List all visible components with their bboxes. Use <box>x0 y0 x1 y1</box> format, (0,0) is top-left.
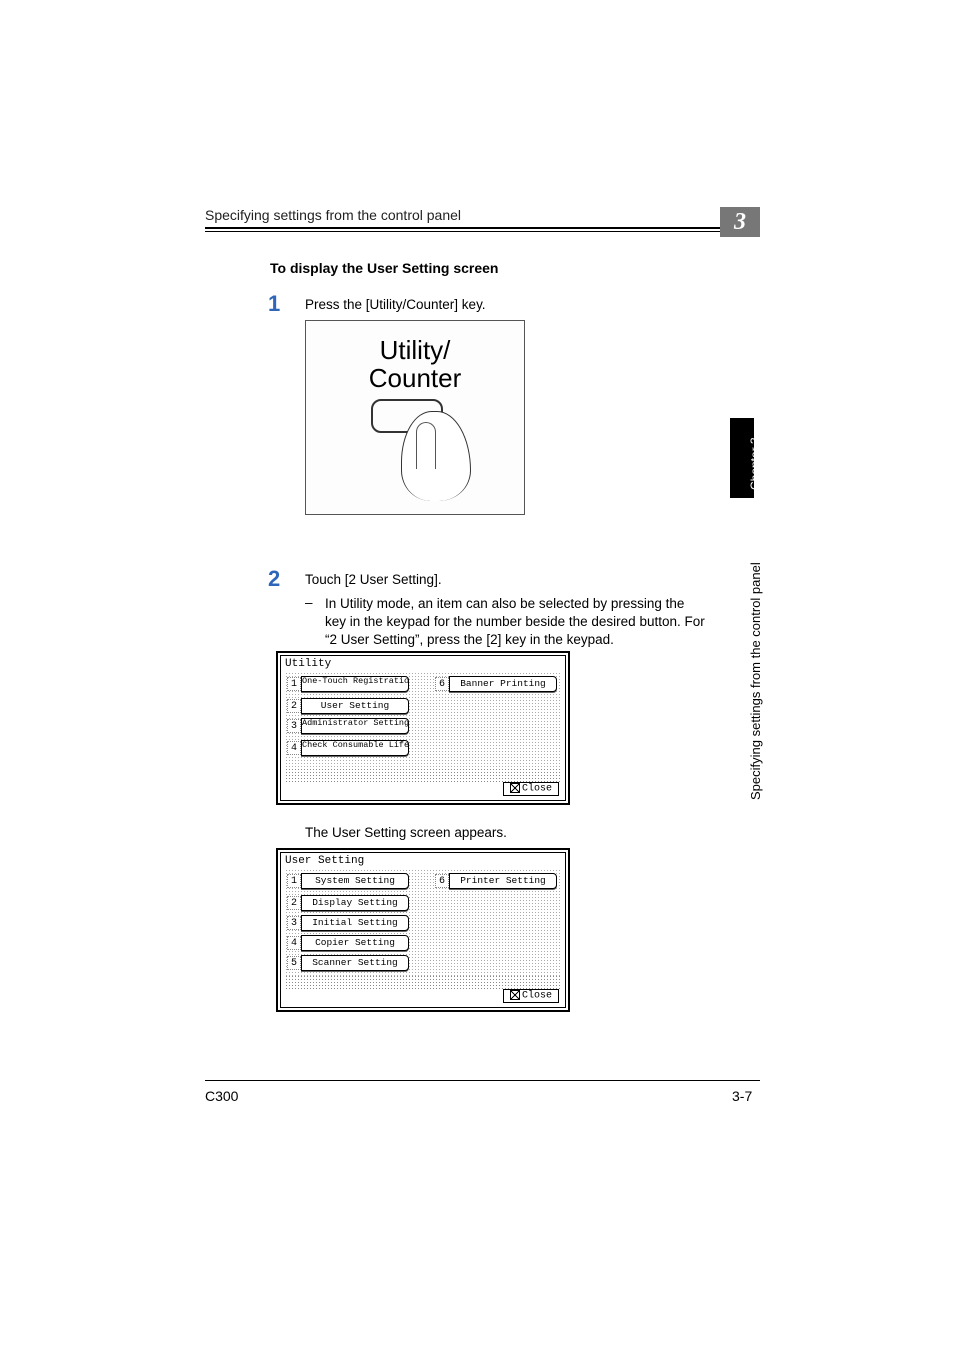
step-1-number: 1 <box>268 293 280 315</box>
figure-1-label-line1: Utility/ <box>306 335 524 366</box>
user-setting-item-1-label: System Setting <box>301 873 409 889</box>
utility-item-4-num: 4 <box>287 741 301 755</box>
footer-left: C300 <box>205 1088 238 1104</box>
utility-screen-title: Utility <box>285 658 331 670</box>
utility-item-2-num: 2 <box>287 699 301 713</box>
user-setting-item-6[interactable]: 6 Printer Setting <box>435 873 557 889</box>
user-setting-item-2[interactable]: 2 Display Setting <box>287 895 409 911</box>
step-2-sub-text: In Utility mode, an item can also be sel… <box>325 595 705 650</box>
user-setting-item-2-label: Display Setting <box>301 895 409 911</box>
step-1-text: Press the [Utility/Counter] key. <box>305 297 486 312</box>
user-setting-item-5-num: 5 <box>287 956 301 970</box>
utility-item-3[interactable]: 3 Administrator Setting <box>287 718 409 734</box>
user-setting-bottom-dotstrip <box>285 975 561 989</box>
footer-right: 3-7 <box>732 1088 752 1104</box>
user-setting-screen-title: User Setting <box>285 855 364 867</box>
utility-item-3-num: 3 <box>287 719 301 733</box>
utility-item-1[interactable]: 1 One-Touch Registration <box>287 676 409 692</box>
step-2-text: Touch [2 User Setting]. <box>305 572 442 587</box>
utility-item-6-num: 6 <box>435 677 449 691</box>
user-setting-item-5-label: Scanner Setting <box>301 955 409 971</box>
utility-item-2-label: User Setting <box>301 698 409 714</box>
finger-icon <box>401 411 471 501</box>
user-setting-item-4-num: 4 <box>287 936 301 950</box>
utility-close-button[interactable]: Close <box>503 782 559 796</box>
utility-item-4-label: Check Consumable Life <box>301 740 409 756</box>
user-setting-item-4-label: Copier Setting <box>301 935 409 951</box>
running-head: Specifying settings from the control pan… <box>205 207 760 227</box>
user-setting-item-6-num: 6 <box>435 874 449 888</box>
user-setting-item-1-num: 1 <box>287 874 301 888</box>
user-setting-item-5[interactable]: 5 Scanner Setting <box>287 955 409 971</box>
utility-item-4[interactable]: 4 Check Consumable Life <box>287 740 409 756</box>
side-chapter-tab: Chapter 3 <box>730 418 754 498</box>
user-setting-close-button[interactable]: Close <box>503 989 559 1003</box>
step-2-number: 2 <box>268 568 280 590</box>
side-caption: Specifying settings from the control pan… <box>748 562 763 800</box>
result-text: The User Setting screen appears. <box>305 825 507 840</box>
header-rule-thick <box>205 227 760 229</box>
user-setting-item-1[interactable]: 1 System Setting <box>287 873 409 889</box>
user-setting-item-4[interactable]: 4 Copier Setting <box>287 935 409 951</box>
utility-item-1-label: One-Touch Registration <box>301 676 409 692</box>
user-setting-item-6-label: Printer Setting <box>449 873 557 889</box>
utility-bottom-dotstrip <box>285 768 561 782</box>
utility-item-2[interactable]: 2 User Setting <box>287 698 409 714</box>
user-setting-item-2-num: 2 <box>287 896 301 910</box>
utility-item-6-label: Banner Printing <box>449 676 557 692</box>
chapter-number-box: 3 <box>720 207 760 237</box>
figure-utility-counter-key: Utility/ Counter <box>305 320 525 515</box>
figure-1-label-line2: Counter <box>306 363 524 394</box>
screenshot-user-setting: User Setting 1 System Setting 6 Printer … <box>276 848 570 1012</box>
step-2-sub-dash: – <box>305 595 313 610</box>
screenshot-utility: Utility 1 One-Touch Registration 6 Banne… <box>276 651 570 805</box>
utility-item-3-label: Administrator Setting <box>301 718 409 734</box>
user-setting-item-3[interactable]: 3 Initial Setting <box>287 915 409 931</box>
utility-item-6[interactable]: 6 Banner Printing <box>435 676 557 692</box>
user-setting-item-3-label: Initial Setting <box>301 915 409 931</box>
utility-item-1-num: 1 <box>287 677 301 691</box>
header-rule-thin <box>205 231 760 232</box>
section-title: To display the User Setting screen <box>270 260 498 276</box>
footer-rule <box>205 1080 760 1081</box>
side-chapter-tab-text: Chapter 3 <box>748 437 762 490</box>
user-setting-item-3-num: 3 <box>287 916 301 930</box>
